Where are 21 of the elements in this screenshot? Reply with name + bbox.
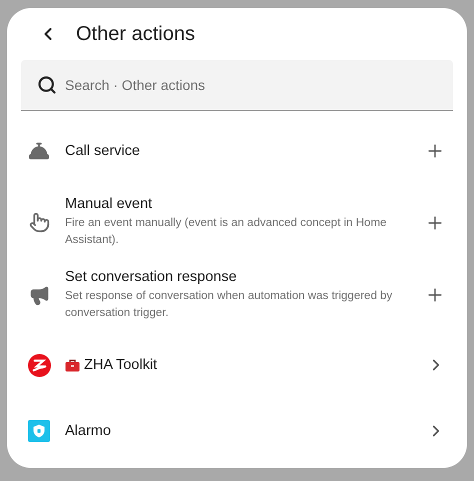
action-list-item[interactable]: Call service bbox=[7, 111, 467, 191]
item-title: Call service bbox=[65, 143, 141, 159]
item-title: Alarmo bbox=[65, 423, 112, 439]
zha-logo-icon bbox=[28, 354, 50, 376]
item-description: Fire an event manually (event is an advanced concept in Home Assistant). bbox=[65, 216, 388, 248]
dialog-title: Other actions bbox=[76, 22, 195, 46]
item-title: ZHA Toolkit bbox=[84, 357, 158, 373]
action-list-item[interactable]: Manual event Fire an event manually (event is an advanced concept in Home Assistant). bbox=[7, 191, 467, 254]
item-description: Set response of conversation when automation was triggered by conversation trigger. bbox=[65, 288, 394, 320]
action-list-item[interactable]: ZHA Toolkit bbox=[7, 336, 467, 394]
bell-icon bbox=[28, 140, 50, 162]
megaphone-icon bbox=[28, 284, 50, 306]
search-field[interactable]: Search · Other actions bbox=[21, 60, 453, 111]
shield-icon bbox=[28, 420, 50, 442]
item-title: Set conversation response bbox=[65, 268, 238, 284]
action-list-item[interactable]: Set conversation response Set response of conversation when automation was triggered by conversation trigger. bbox=[7, 254, 467, 336]
toolbox-icon bbox=[65, 358, 80, 372]
pointer-icon bbox=[28, 212, 50, 233]
action-list-item[interactable]: Alarmo bbox=[7, 394, 467, 468]
search-icon bbox=[37, 75, 57, 95]
item-title: Manual event bbox=[65, 196, 154, 212]
